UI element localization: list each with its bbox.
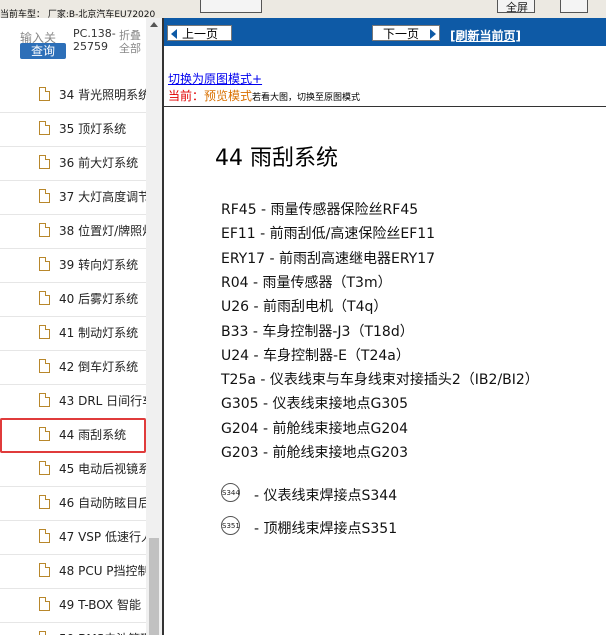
tree-item-label: 48 PCU P挡控制 bbox=[59, 564, 150, 578]
next-page-button[interactable]: 下一页 bbox=[372, 25, 440, 41]
document-icon bbox=[39, 359, 50, 373]
current-mode-hint: 若看大图，切换至原图模式 bbox=[252, 93, 361, 103]
top-toolbar: 当前车型： 厂家:B-北京汽车EU72020 全屏 bbox=[0, 0, 606, 20]
document-icon bbox=[39, 325, 50, 339]
tree-item-label: 49 T-BOX 智能 bbox=[59, 598, 141, 612]
window-icon[interactable] bbox=[560, 0, 588, 13]
tree-item[interactable]: 34 背光照明系统 bbox=[0, 78, 150, 113]
tree-item[interactable]: 43 DRL 日间行车 bbox=[0, 384, 154, 419]
document-icon bbox=[39, 291, 50, 305]
tree-item-label: 42 倒车灯系统 bbox=[59, 360, 139, 374]
document-icon bbox=[39, 563, 50, 577]
component-line: RF45 - 雨量传感器保险丝RF45 bbox=[221, 202, 419, 218]
tree-item[interactable]: 39 转向灯系统 bbox=[0, 248, 146, 283]
current-mode-indicator: 当前：预览模式若看大图，切换至原图模式 bbox=[168, 87, 360, 104]
query-button[interactable]: 查询 bbox=[20, 43, 66, 59]
tree-item[interactable]: 38 位置灯/牌照灯 bbox=[0, 214, 154, 249]
component-line: G203 - 前舱线束接地点G203 bbox=[221, 445, 409, 461]
content-separator bbox=[164, 106, 606, 107]
sidebar: 输入关 查询 PC.138- 25759 折叠 全部 34 背光照明系统 35 顶… bbox=[0, 18, 162, 635]
component-line: T25a - 仪表线束与车身线束对接插头2（IB2/BI2） bbox=[221, 372, 539, 389]
document-icon bbox=[39, 257, 50, 271]
current-mode-prefix: 当前： bbox=[168, 89, 205, 103]
tree-item[interactable]: 44 雨刮系统 bbox=[0, 418, 146, 453]
tree-item-label: 34 背光照明系统 bbox=[59, 88, 151, 102]
tree-item[interactable]: 45 电动后视镜系统 bbox=[0, 452, 162, 487]
document-title: 44 雨刮系统 bbox=[215, 146, 338, 171]
document-icon bbox=[39, 529, 50, 543]
tree-item-label: 40 后雾灯系统 bbox=[59, 292, 139, 306]
tree-item-label: 39 转向灯系统 bbox=[59, 258, 139, 272]
splice-text: - 顶棚线束焊接点S351 bbox=[254, 521, 398, 537]
tree-item[interactable]: 48 PCU P挡控制 bbox=[0, 554, 150, 589]
tree-item-label: 36 前大灯系统 bbox=[59, 156, 139, 170]
splice-point-icon: S344 bbox=[221, 483, 240, 502]
search-panel: 输入关 查询 PC.138- 25759 折叠 全部 bbox=[0, 18, 146, 78]
tree-item[interactable]: 40 后雾灯系统 bbox=[0, 282, 146, 317]
code-line-1: PC.138- bbox=[73, 27, 116, 40]
refresh-page-link[interactable]: [刷新当前页] bbox=[450, 27, 521, 44]
scroll-up-icon[interactable] bbox=[150, 22, 158, 27]
component-line: U26 - 前雨刮电机（T4q） bbox=[221, 299, 388, 316]
document-icon bbox=[39, 631, 50, 635]
document-icon bbox=[39, 121, 50, 135]
tree-item-label: 38 位置灯/牌照灯 bbox=[59, 224, 155, 238]
document-icon bbox=[39, 87, 50, 101]
content-pane: 上一页 下一页 [刷新当前页] 切换为原图模式+ 当前：预览模式若看大图，切换至… bbox=[164, 18, 606, 635]
tree-item[interactable]: 35 顶灯系统 bbox=[0, 112, 146, 147]
scrollbar-thumb[interactable] bbox=[149, 538, 159, 635]
document-icon bbox=[39, 155, 50, 169]
component-line: G204 - 前舱线束接地点G204 bbox=[221, 420, 409, 437]
tree-item-label: 43 DRL 日间行车 bbox=[59, 394, 155, 408]
component-line: B33 - 车身控制器-J3（T18d） bbox=[221, 323, 414, 340]
tree-item[interactable]: 50 BMS电池管理 bbox=[0, 622, 152, 635]
current-mode-value: 预览模式 bbox=[204, 89, 253, 103]
prev-page-label: 上一页 bbox=[182, 27, 219, 41]
document-icon bbox=[39, 189, 50, 203]
switch-original-mode-link[interactable]: 切换为原图模式+ bbox=[168, 70, 262, 87]
prev-page-button[interactable]: 上一页 bbox=[167, 25, 232, 41]
tree-item[interactable]: 49 T-BOX 智能 bbox=[0, 588, 146, 623]
fullscreen-label: 全屏 bbox=[506, 1, 528, 14]
all-option[interactable]: 全部 bbox=[119, 40, 141, 56]
tree-item[interactable]: 47 VSP 低速行人 bbox=[0, 520, 153, 555]
tree-item[interactable]: 46 自动防眩目后视镜 bbox=[0, 486, 162, 521]
tree-item-label: 47 VSP 低速行人 bbox=[59, 530, 153, 544]
component-line: ERY17 - 前雨刮高速继电器ERY17 bbox=[221, 250, 436, 267]
document-icon bbox=[39, 597, 50, 611]
tree-item[interactable]: 42 倒车灯系统 bbox=[0, 350, 146, 385]
document-icon bbox=[39, 427, 50, 441]
component-line: G305 - 仪表线束接地点G305 bbox=[221, 396, 409, 413]
tree-item[interactable]: 37 大灯高度调节 bbox=[0, 180, 150, 215]
document-icon bbox=[39, 461, 50, 475]
component-line: U24 - 车身控制器-E（T24a） bbox=[221, 347, 410, 364]
document-icon bbox=[39, 393, 50, 407]
sidebar-scrollbar[interactable] bbox=[146, 18, 162, 635]
tree-item-label: 44 雨刮系统 bbox=[59, 428, 127, 442]
component-line: EF11 - 前雨刮低/高速保险丝EF11 bbox=[221, 226, 436, 243]
arrow-left-icon bbox=[171, 29, 177, 39]
tree-item[interactable]: 36 前大灯系统 bbox=[0, 146, 146, 181]
tree-item-label: 50 BMS电池管理 bbox=[59, 630, 152, 635]
arrow-right-icon bbox=[430, 29, 436, 39]
component-line: R04 - 雨量传感器（T3m） bbox=[221, 274, 392, 291]
next-page-label: 下一页 bbox=[383, 27, 420, 41]
splice-point-icon: S351 bbox=[221, 516, 240, 535]
page-navbar: 上一页 下一页 [刷新当前页] bbox=[164, 18, 606, 46]
tree-item[interactable]: 41 制动灯系统 bbox=[0, 316, 146, 351]
tree-item-label: 35 顶灯系统 bbox=[59, 122, 127, 136]
toolbar-button[interactable] bbox=[200, 0, 262, 13]
splice-text: - 仪表线束焊接点S344 bbox=[254, 488, 398, 504]
tree-item-label: 41 制动灯系统 bbox=[59, 326, 139, 340]
code-line-2: 25759 bbox=[73, 40, 108, 53]
document-icon bbox=[39, 223, 50, 237]
tree-item-label: 37 大灯高度调节 bbox=[59, 190, 151, 204]
document-icon bbox=[39, 495, 50, 509]
